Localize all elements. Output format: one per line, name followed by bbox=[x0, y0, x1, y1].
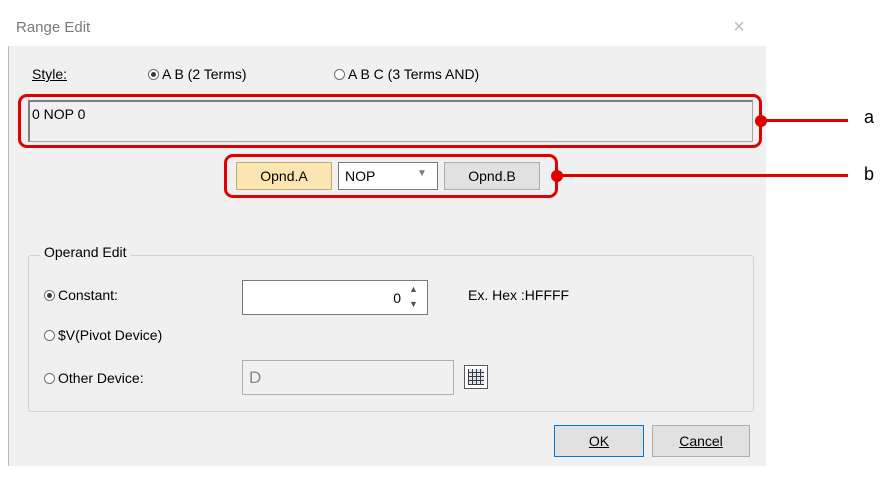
constant-label: Constant: bbox=[58, 287, 118, 303]
device-browse-icon[interactable] bbox=[464, 365, 488, 389]
cancel-button[interactable]: Cancel bbox=[652, 425, 750, 457]
annotation-box-a bbox=[18, 94, 762, 148]
ok-button[interactable]: OK bbox=[554, 425, 644, 457]
annotation-line-b bbox=[558, 174, 848, 177]
annotation-label-a: a bbox=[864, 107, 875, 127]
annotation-line-a bbox=[762, 119, 848, 122]
other-device-label: Other Device: bbox=[58, 370, 144, 386]
annotation-box-b bbox=[224, 154, 558, 198]
radio-ab[interactable] bbox=[148, 69, 159, 80]
radio-constant[interactable] bbox=[44, 290, 55, 301]
style-label: Style: bbox=[32, 66, 68, 82]
radio-abc[interactable] bbox=[334, 69, 345, 80]
hex-example: Ex. Hex :HFFFF bbox=[468, 287, 570, 303]
other-device-input[interactable]: D bbox=[242, 360, 454, 395]
dialog-border bbox=[8, 46, 9, 466]
spin-up-icon[interactable]: ▲ bbox=[409, 284, 418, 294]
spin-down-icon[interactable]: ▼ bbox=[409, 299, 418, 309]
style-option-ab-label: A B (2 Terms) bbox=[162, 66, 247, 82]
constant-spinbox[interactable]: 0 ▲ ▼ bbox=[242, 280, 428, 315]
annotation-label-b: b bbox=[864, 164, 875, 184]
close-icon[interactable]: × bbox=[726, 14, 752, 40]
radio-other-device[interactable] bbox=[44, 373, 55, 384]
operand-edit-title: Operand Edit bbox=[40, 244, 131, 260]
title-bar: Range Edit × bbox=[8, 8, 766, 46]
style-option-abc-label: A B C (3 Terms AND) bbox=[348, 66, 480, 82]
other-device-value: D bbox=[249, 368, 262, 387]
constant-value: 0 bbox=[393, 290, 401, 306]
dialog-title: Range Edit bbox=[16, 19, 91, 36]
pivot-device-label: $V(Pivot Device) bbox=[58, 327, 163, 343]
radio-pivot-device[interactable] bbox=[44, 330, 55, 341]
